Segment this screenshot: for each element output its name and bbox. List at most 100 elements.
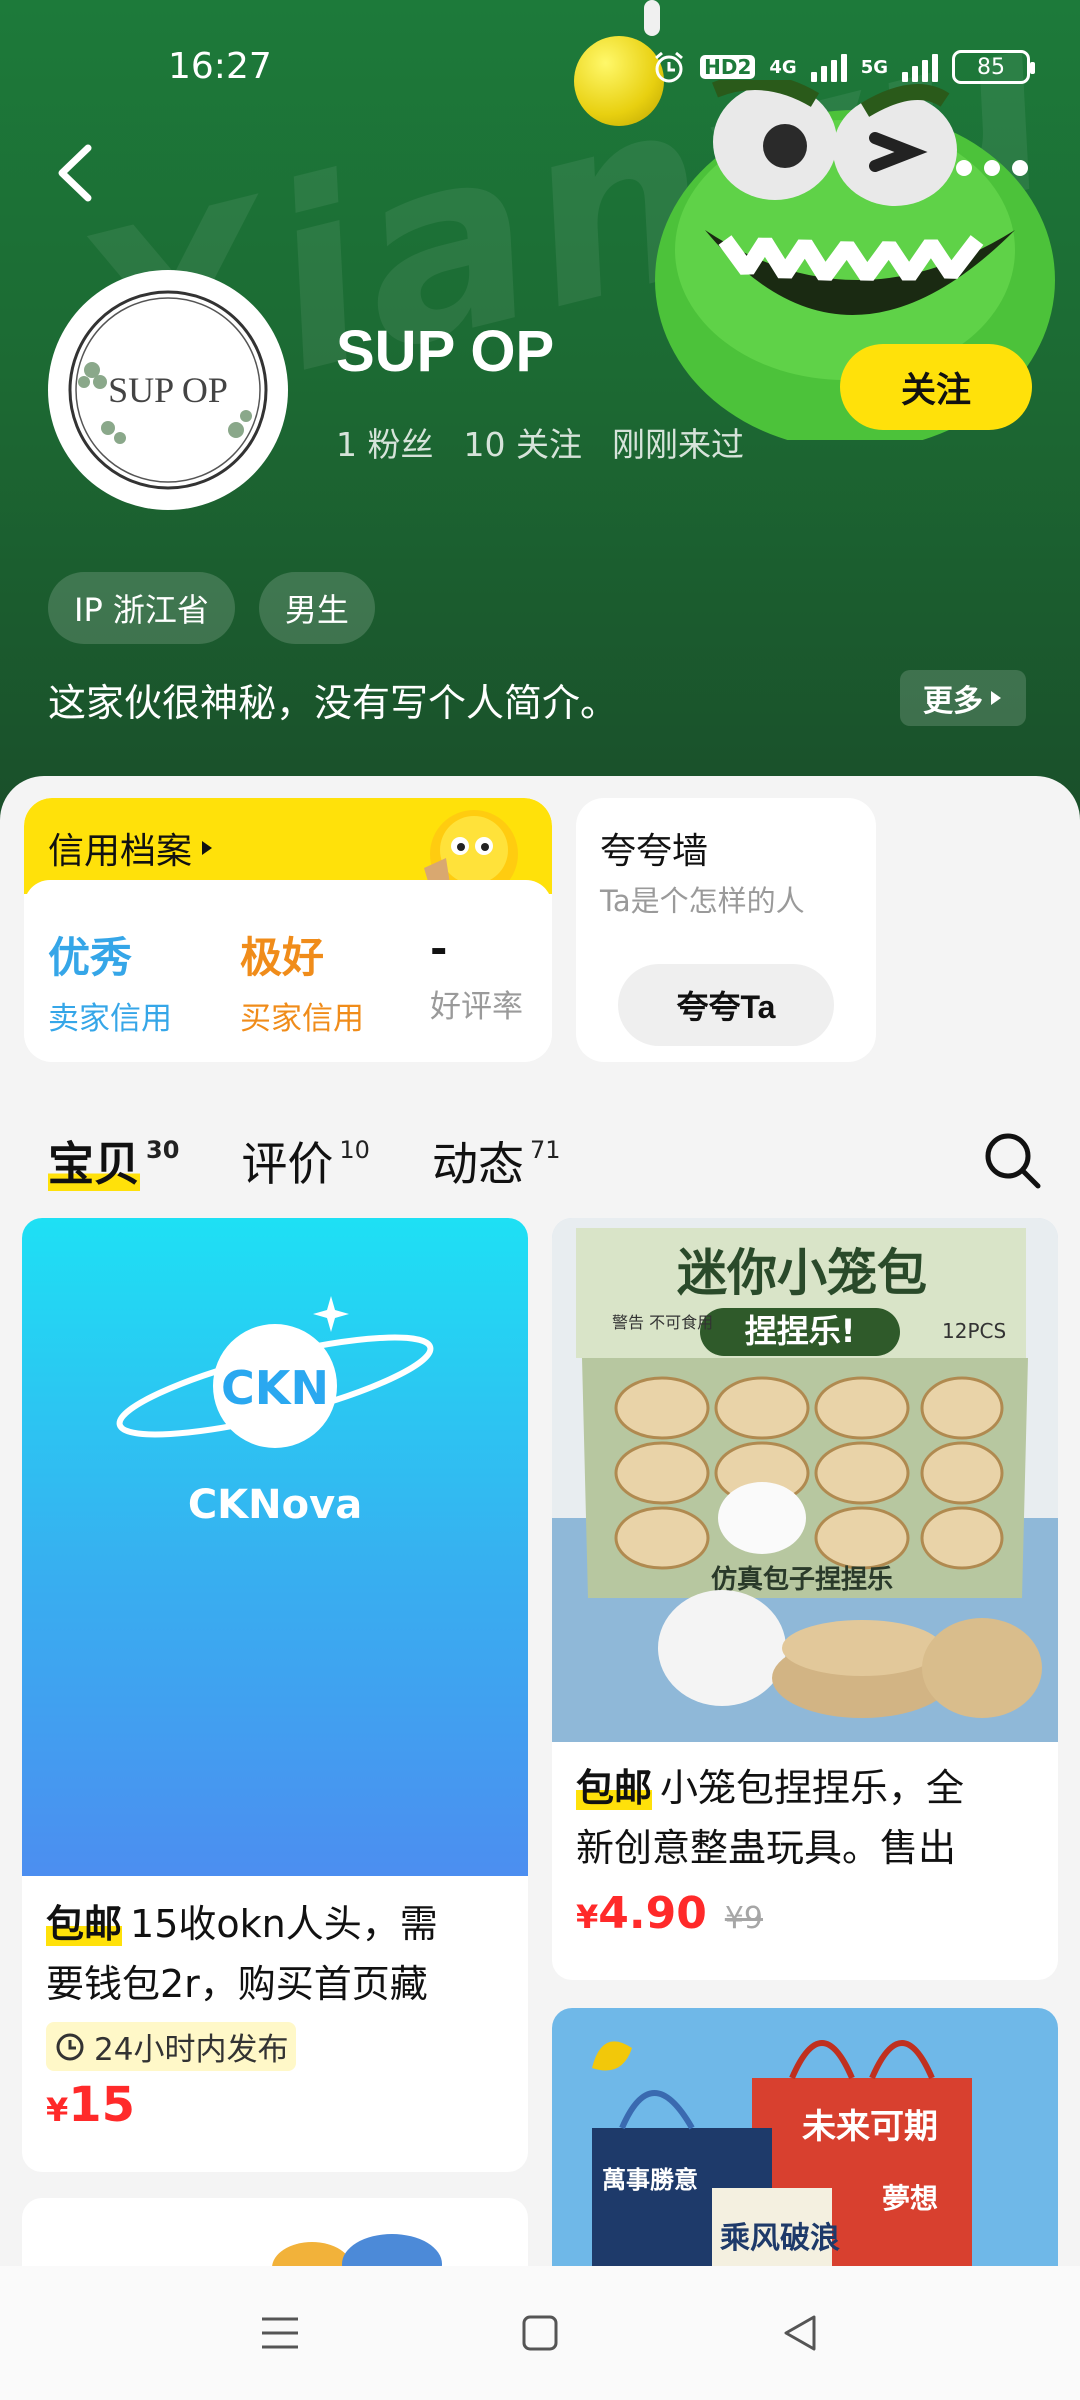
network-4g-label: 4G <box>769 56 797 78</box>
item-card[interactable] <box>22 2198 528 2266</box>
tab-reviews[interactable]: 评价 10 <box>241 1128 370 1194</box>
original-price: ¥9 <box>724 1901 764 1936</box>
signal-icon-2 <box>902 52 938 82</box>
seller-credit: 优秀 卖家信用 <box>48 924 172 1038</box>
price-value: 4.90 <box>598 1888 707 1939</box>
item-title-line1: 小笼包捏捏乐，全 <box>660 1766 965 1810</box>
praise-subtitle: Ta是个怎样的人 <box>600 884 805 918</box>
profile-stats: 1 粉丝 10 关注 刚刚来过 <box>336 418 744 466</box>
tab-reviews-label: 评价 <box>241 1137 334 1191</box>
menu-icon[interactable] <box>260 2313 300 2353</box>
bag-text-2: 乘风破浪 <box>720 2221 840 2256</box>
hd-icon: HD2 <box>700 55 756 79</box>
tab-reviews-count: 10 <box>339 1135 370 1164</box>
battery-icon: 85 <box>952 50 1035 84</box>
more-options-icon[interactable] <box>956 160 1028 176</box>
bag-text-3: 萬事勝意 <box>602 2166 698 2194</box>
item-title: 包邮 小笼包捏捏乐，全 新创意整蛊玩具。售出 <box>552 1758 1058 1878</box>
bag-text-1: 未来可期 <box>802 2107 938 2147</box>
bio-more-label: 更多 <box>923 684 983 719</box>
item-image: CKN CKNova <box>22 1218 528 1876</box>
item-card[interactable]: 迷你小笼包 捏捏乐! 警告 不可食用 12PCS 仿真包子捏捏乐 包邮 小笼包捏… <box>552 1218 1058 1980</box>
price-symbol: ¥ <box>576 1898 599 1936</box>
clock-icon <box>56 2033 84 2060</box>
buyer-credit-label: 买家信用 <box>240 1001 364 1037</box>
profile-header: Xianyu 16:27 HD2 4G 5G 85 SUP OP SUP OP … <box>0 0 1080 820</box>
bag-text-4: 夢想 <box>882 2182 938 2215</box>
tab-moments[interactable]: 动态 71 <box>432 1128 561 1194</box>
profile-bio: 这家伙很神秘，没有写个人简介。 <box>48 681 619 725</box>
item-title-line1: 15收okn人头，需 <box>130 1902 438 1946</box>
back-triangle-icon[interactable] <box>780 2313 820 2353</box>
profile-tags: IP 浙江省 男生 <box>48 572 375 644</box>
free-shipping-badge: 包邮 <box>46 1902 123 1946</box>
praise-wall-card[interactable]: 夸夸墙 Ta是个怎样的人 夸夸Ta <box>576 798 876 1062</box>
alarm-icon <box>655 51 684 83</box>
item-card[interactable]: CKN CKNova 包邮 15收okn人头，需 要钱包2r，购买首页藏 24小时… <box>22 1218 528 2172</box>
good-rate-label: 好评率 <box>430 989 523 1025</box>
item-image: 迷你小笼包 捏捏乐! 警告 不可食用 12PCS 仿真包子捏捏乐 <box>552 1218 1058 1742</box>
triangle-right-icon <box>991 691 1001 705</box>
gender-tag: 男生 <box>258 572 375 644</box>
item-title-line2: 要钱包2r，购买首页藏 <box>46 1962 428 2006</box>
price-symbol: ¥ <box>46 2091 69 2129</box>
bio-more-button[interactable]: 更多 <box>900 670 1026 726</box>
avatar-logo: SUP OP <box>68 290 268 490</box>
system-nav-bar <box>0 2266 1080 2400</box>
praise-button[interactable]: 夸夸Ta <box>618 964 834 1046</box>
good-rate-value: - <box>430 924 448 973</box>
free-shipping-badge: 包邮 <box>576 1766 653 1810</box>
item-price: ¥15 <box>22 2077 528 2133</box>
praise-title: 夸夸墙 <box>600 831 709 872</box>
item-price: ¥4.90 ¥9 <box>552 1888 1058 1939</box>
tab-moments-count: 71 <box>529 1135 561 1164</box>
last-seen: 刚刚来过 <box>611 425 744 464</box>
search-icon[interactable] <box>980 1128 1044 1192</box>
credit-title-label: 信用档案 <box>48 831 193 872</box>
status-bar: 16:27 HD2 4G 5G 85 <box>0 0 1080 130</box>
ip-location-tag: IP 浙江省 <box>48 572 235 644</box>
item-image <box>272 2234 442 2266</box>
item-card[interactable]: 未来可期 夢想 萬事勝意 乘风破浪 <box>552 2008 1058 2266</box>
buyer-credit-value: 极好 <box>240 933 325 982</box>
price-value: 15 <box>68 2077 136 2133</box>
buyer-credit: 极好 买家信用 <box>240 924 364 1038</box>
seller-credit-value: 优秀 <box>48 933 133 982</box>
tab-moments-label: 动态 <box>431 1137 524 1191</box>
time-tag-label: 24小时内发布 <box>94 2032 289 2068</box>
tab-items[interactable]: 宝贝 30 <box>48 1128 179 1194</box>
gift-bag-image: 未来可期 夢想 萬事勝意 乘风破浪 <box>552 2008 1058 2266</box>
svg-text:CKN: CKN <box>221 1361 329 1415</box>
follow-button[interactable]: 关注 <box>840 344 1032 430</box>
status-time: 16:27 <box>168 46 272 87</box>
good-rate: - 好评率 <box>430 924 523 1026</box>
tab-items-count: 30 <box>146 1135 180 1164</box>
signal-icon <box>810 52 847 82</box>
home-square-icon[interactable] <box>520 2313 560 2353</box>
item-title: 包邮 15收okn人头，需 要钱包2r，购买首页藏 <box>22 1894 528 2014</box>
network-5g-label: 5G <box>860 56 888 78</box>
box-title: 迷你小笼包 <box>677 1244 927 1302</box>
xiaolongbao-toy-image: 迷你小笼包 捏捏乐! 警告 不可食用 12PCS 仿真包子捏捏乐 <box>552 1218 1058 1742</box>
profile-name: SUP OP <box>336 319 555 384</box>
box-pcs: 12PCS <box>942 1319 1006 1343</box>
credit-card[interactable]: 信用档案 优秀 卖家信用 极好 买家信用 - 好评率 <box>24 798 552 1062</box>
status-icons: HD2 4G 5G 85 <box>652 50 1035 84</box>
avatar-text: SUP OP <box>108 370 228 410</box>
seller-credit-label: 卖家信用 <box>48 1001 172 1037</box>
back-arrow-icon[interactable] <box>48 138 108 208</box>
main-panel: 信用档案 优秀 卖家信用 极好 买家信用 - 好评率 夸夸墙 Ta是个怎样的人 … <box>0 776 1080 2266</box>
box-bottom-text: 仿真包子捏捏乐 <box>711 1564 893 1595</box>
box-subtitle: 捏捏乐! <box>745 1312 856 1350</box>
time-tag: 24小时内发布 <box>46 2022 297 2071</box>
fans-count[interactable]: 1 粉丝 <box>336 418 434 466</box>
box-warning: 警告 不可食用 <box>612 1313 713 1332</box>
item-title-line2: 新创意整蛊玩具。售出 <box>576 1826 957 1870</box>
image-caption: CKNova <box>188 1482 362 1528</box>
triangle-right-icon <box>202 841 213 855</box>
cknova-logo: CKN CKNova <box>116 1296 434 1528</box>
credit-title: 信用档案 <box>48 822 214 874</box>
profile-tabs: 宝贝 30 评价 10 动态 71 <box>48 1128 561 1194</box>
following-count[interactable]: 10 关注 <box>464 418 582 466</box>
avatar[interactable]: SUP OP <box>48 270 288 510</box>
